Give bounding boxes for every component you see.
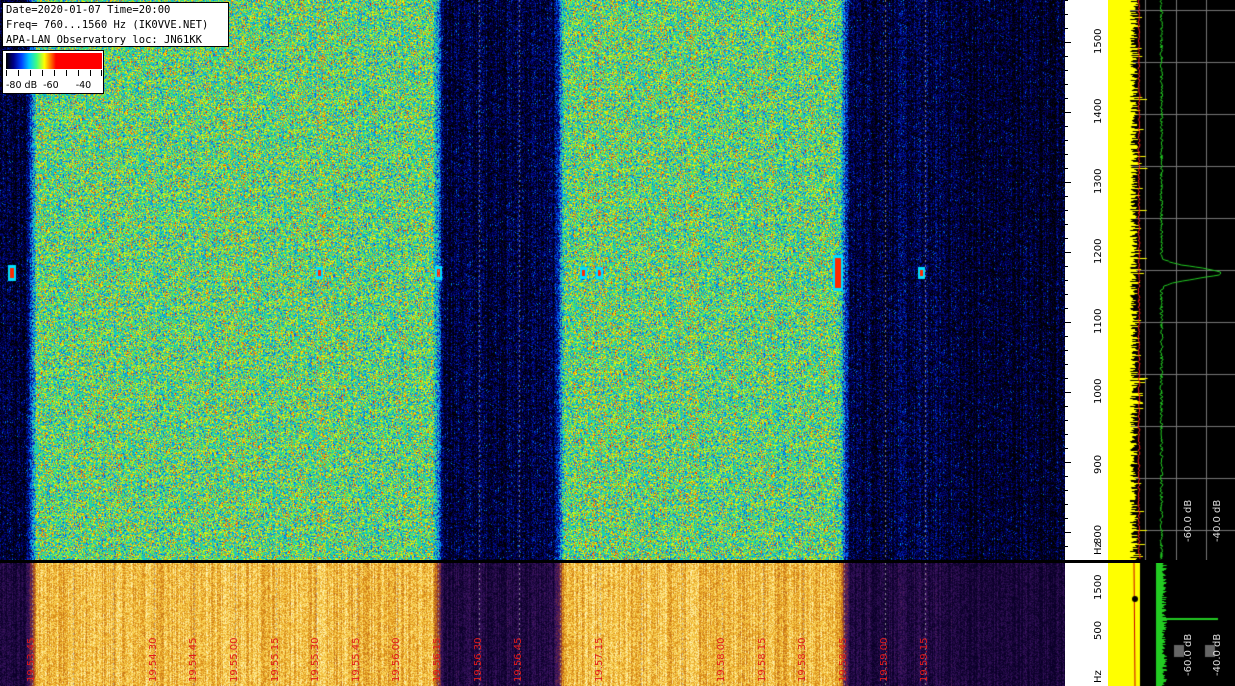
info-box: Date=2020-01-07 Time=20:00 Freq= 760...1… bbox=[2, 2, 229, 47]
frequency-minor-tick bbox=[1065, 266, 1068, 267]
frequency-minor-tick bbox=[1065, 280, 1068, 281]
frequency-tick-label: 1000 bbox=[1093, 378, 1104, 404]
frequency-minor-tick bbox=[1065, 308, 1068, 309]
spectrum-db-label: -60.0 dB bbox=[1183, 499, 1194, 542]
legend-label-low: -80 dB bbox=[6, 80, 38, 91]
frequency-minor-tick bbox=[1065, 98, 1068, 99]
frequency-minor-tick bbox=[1065, 322, 1068, 323]
frequency-tick-label: 1500 bbox=[1093, 28, 1104, 54]
frequency-minor-tick bbox=[1065, 154, 1068, 155]
frequency-tick-label: 1100 bbox=[1093, 308, 1104, 334]
observatory-text: APA-LAN Observatory loc: JN61KK bbox=[6, 34, 202, 46]
time-tick-label: 19.56.00 bbox=[391, 637, 403, 682]
frequency-minor-tick bbox=[1065, 420, 1068, 421]
wideband-frequency-label: 500 bbox=[1093, 620, 1104, 640]
wideband-frequency-label: 1500 bbox=[1093, 574, 1104, 600]
time-tick-label: 19.57.15 bbox=[594, 637, 606, 682]
date-time-text: Date=2020-01-07 Time=20:00 bbox=[6, 4, 171, 16]
time-tick-label: 19.55.30 bbox=[310, 637, 322, 682]
frequency-minor-tick bbox=[1065, 364, 1068, 365]
time-tick-label: 19.58.00 bbox=[716, 637, 728, 682]
time-tick-label: 19.55.45 bbox=[350, 637, 362, 682]
frequency-minor-tick bbox=[1065, 112, 1068, 113]
spectrum-profile bbox=[1108, 0, 1235, 560]
frequency-tick-label: 1400 bbox=[1093, 98, 1104, 124]
frequency-minor-tick bbox=[1065, 42, 1068, 43]
time-tick-label: 19.58.15 bbox=[756, 637, 768, 682]
frequency-minor-tick bbox=[1065, 0, 1068, 1]
time-tick-label: 19.59.00 bbox=[878, 637, 890, 682]
frequency-minor-tick bbox=[1065, 168, 1068, 169]
frequency-minor-tick bbox=[1065, 434, 1068, 435]
frequency-tick-label: 900 bbox=[1093, 454, 1104, 474]
frequency-minor-tick bbox=[1065, 238, 1068, 239]
frequency-axis bbox=[1065, 0, 1108, 561]
frequency-minor-tick bbox=[1065, 224, 1068, 225]
wideband-db-label: -40.0 dB bbox=[1212, 633, 1223, 676]
spectrum-db-label: -40.0 dB bbox=[1212, 499, 1223, 542]
time-tick-label: 19.56.15 bbox=[432, 637, 443, 682]
color-scale-bar bbox=[6, 53, 102, 69]
frequency-minor-tick bbox=[1065, 532, 1068, 533]
frequency-minor-tick bbox=[1065, 350, 1068, 351]
frequency-minor-tick bbox=[1065, 210, 1068, 211]
frequency-minor-tick bbox=[1065, 196, 1068, 197]
color-scale-ticks bbox=[6, 70, 102, 78]
frequency-minor-tick bbox=[1065, 462, 1068, 463]
spectrogram-main bbox=[0, 0, 1065, 560]
frequency-minor-tick bbox=[1065, 504, 1068, 505]
frequency-minor-tick bbox=[1065, 518, 1068, 519]
frequency-minor-tick bbox=[1065, 476, 1068, 477]
frequency-minor-tick bbox=[1065, 84, 1068, 85]
frequency-minor-tick bbox=[1065, 182, 1068, 183]
frequency-minor-tick bbox=[1065, 490, 1068, 491]
time-tick-label: 19.59.15 bbox=[919, 637, 931, 682]
frequency-minor-tick bbox=[1065, 406, 1068, 407]
frequency-minor-tick bbox=[1065, 560, 1068, 561]
time-tick-label: 19.58.45 bbox=[838, 637, 849, 682]
frequency-tick-label: 1200 bbox=[1093, 238, 1104, 264]
frequency-unit-label: Hz bbox=[1093, 542, 1104, 555]
time-tick-label: 19.56.30 bbox=[472, 637, 484, 682]
frequency-minor-tick bbox=[1065, 392, 1068, 393]
frequency-minor-tick bbox=[1065, 70, 1068, 71]
frequency-minor-tick bbox=[1065, 336, 1068, 337]
legend-label-mid: -60 bbox=[43, 80, 59, 91]
frequency-minor-tick bbox=[1065, 546, 1068, 547]
frequency-minor-tick bbox=[1065, 378, 1068, 379]
color-scale-legend: -80 dB -60 -40 bbox=[2, 50, 104, 94]
frequency-minor-tick bbox=[1065, 448, 1068, 449]
time-tick-label: 19.54.30 bbox=[147, 637, 159, 682]
wideband-unit-label: Hz bbox=[1093, 670, 1104, 683]
legend-label-high: -40 bbox=[75, 80, 92, 91]
time-tick-label: 19.55.15 bbox=[269, 637, 281, 682]
frequency-minor-tick bbox=[1065, 14, 1068, 15]
spectrogram-wideband bbox=[0, 563, 1065, 686]
time-tick-label: 19.54.45 bbox=[188, 637, 200, 682]
wideband-db-label: -60.0 dB bbox=[1183, 633, 1194, 676]
frequency-minor-tick bbox=[1065, 126, 1068, 127]
time-tick-label: 19.55.00 bbox=[229, 637, 240, 682]
frequency-minor-tick bbox=[1065, 294, 1068, 295]
frequency-minor-tick bbox=[1065, 56, 1068, 57]
time-tick-label: 19.58.30 bbox=[797, 637, 809, 682]
time-tick-label: 19.56.45 bbox=[513, 637, 525, 682]
frequency-minor-tick bbox=[1065, 252, 1068, 253]
frequency-tick-label: 800 bbox=[1093, 524, 1104, 544]
frequency-minor-tick bbox=[1065, 28, 1068, 29]
frequency-minor-tick bbox=[1065, 140, 1068, 141]
frequency-range-text: Freq= 760...1560 Hz (IK0VVE.NET) bbox=[6, 19, 209, 31]
time-tick-label: 19.53.45 bbox=[26, 637, 37, 682]
frequency-tick-label: 1300 bbox=[1093, 168, 1104, 194]
